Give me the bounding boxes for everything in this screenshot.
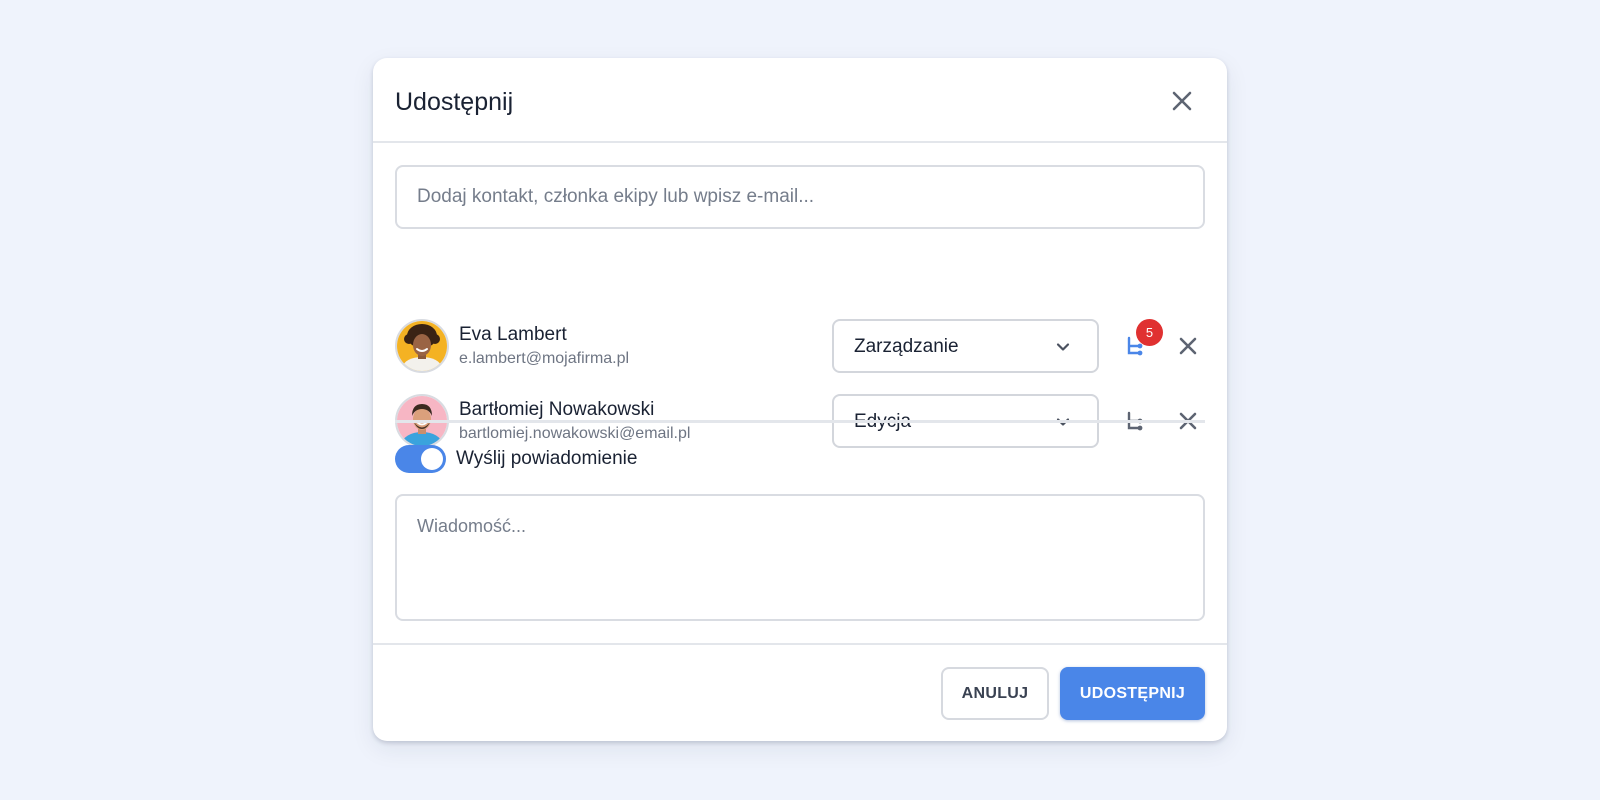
divider	[395, 420, 1205, 423]
share-dialog: Udostępnij Eva Lambert e.lambert@mojafir…	[373, 58, 1227, 741]
toggle-knob	[421, 448, 443, 470]
permission-select[interactable]: Zarządzanie	[832, 319, 1099, 373]
avatar	[395, 319, 449, 373]
contact-search-input[interactable]	[395, 165, 1205, 229]
notify-label: Wyślij powiadomienie	[456, 448, 638, 469]
cancel-button[interactable]: ANULUJ	[941, 667, 1049, 720]
notification-badge: 5	[1136, 319, 1163, 346]
share-button[interactable]: UDOSTĘPNIJ	[1060, 667, 1205, 720]
permission-value: Zarządzanie	[854, 336, 959, 357]
remove-person-button[interactable]	[1173, 331, 1203, 361]
dialog-header: Udostępnij	[373, 58, 1227, 143]
notify-toggle[interactable]	[395, 445, 446, 473]
person-name: Bartłomiej Nowakowski	[459, 399, 655, 420]
footer-divider	[373, 643, 1227, 645]
person-row: Eva Lambert e.lambert@mojafirma.pl Zarzą…	[395, 319, 1205, 375]
person-email: e.lambert@mojafirma.pl	[459, 350, 630, 367]
person-email: bartlomiej.nowakowski@email.pl	[459, 425, 691, 442]
dialog-title: Udostępnij	[395, 88, 514, 116]
chevron-down-icon	[1056, 343, 1070, 351]
close-button[interactable]	[1167, 86, 1197, 116]
message-textarea[interactable]	[395, 494, 1205, 621]
person-name: Eva Lambert	[459, 324, 567, 345]
close-icon	[1172, 91, 1192, 111]
remove-icon	[1179, 337, 1197, 355]
